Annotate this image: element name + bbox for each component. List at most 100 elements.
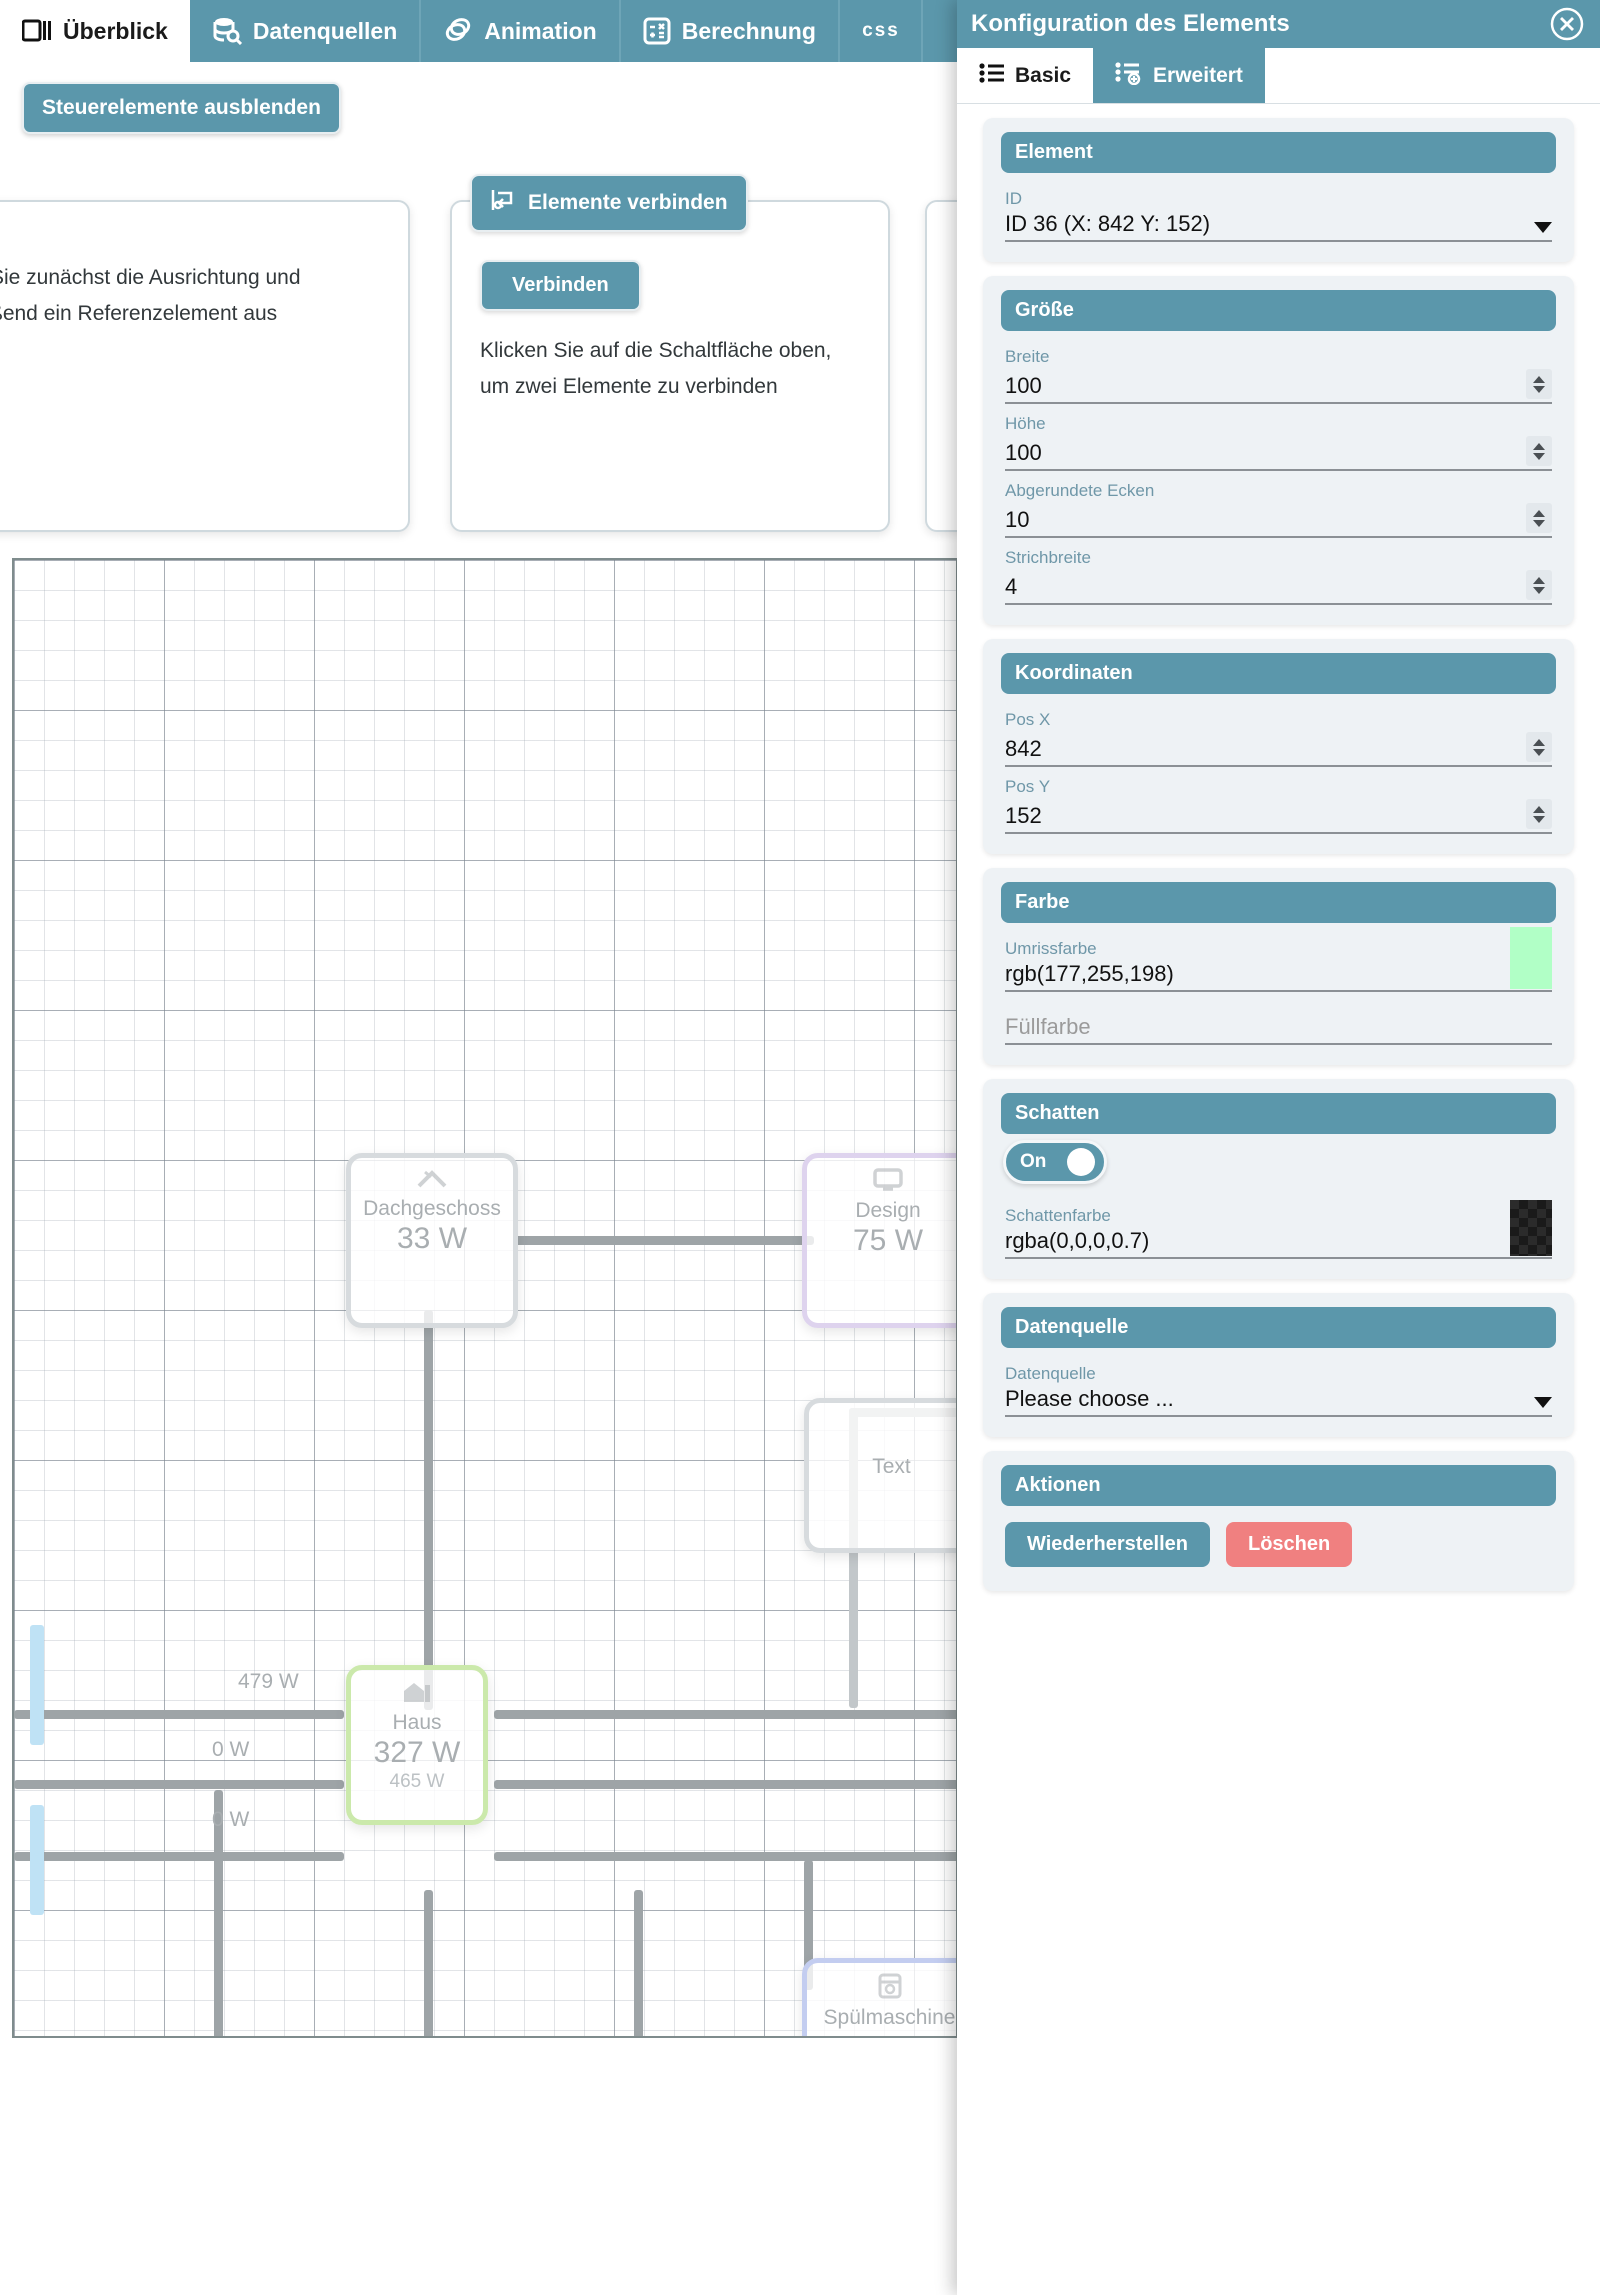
field-label: Höhe <box>1005 414 1046 433</box>
panel-body: Element ID ID 36 (X: 842 Y: 152) Größe B… <box>957 104 1600 2295</box>
field-datenquelle: Datenquelle Please choose ... <box>1001 1354 1556 1417</box>
field-label: Abgerundete Ecken <box>1005 481 1155 500</box>
section-color: Farbe Umrissfarbe rgb(177,255,198) Füllf… <box>983 868 1574 1065</box>
section-datasource: Datenquelle Datenquelle Please choose ..… <box>983 1293 1574 1437</box>
pipe <box>514 1236 814 1245</box>
diagram-canvas[interactable]: 479 W 0 W 0 W Dachgeschoss 33 W Design 7… <box>12 558 958 2038</box>
close-circle-icon[interactable] <box>1550 7 1584 41</box>
section-element: Element ID ID 36 (X: 842 Y: 152) <box>983 118 1574 262</box>
field-label: Schattenfarbe <box>1005 1206 1111 1225</box>
node-value: 33 W <box>396 1221 468 1255</box>
field-value: 4 <box>1005 574 1018 599</box>
input-row[interactable]: Füllfarbe <box>1005 1014 1552 1045</box>
field-value: rgba(0,0,0,0.7) <box>1005 1228 1150 1253</box>
monitor-icon <box>871 1168 905 1197</box>
quantity-stepper[interactable] <box>1526 369 1552 399</box>
delete-button[interactable]: Löschen <box>1226 1522 1353 1567</box>
quantity-stepper[interactable] <box>1526 570 1552 600</box>
section-heading: Koordinaten <box>1001 653 1556 694</box>
field-value: ID 36 (X: 842 Y: 152) <box>1005 211 1211 236</box>
roof-icon <box>415 1168 449 1195</box>
hide-controls-button[interactable]: Steuerelemente ausblenden <box>22 82 341 134</box>
tab-label: Animation <box>484 17 597 44</box>
input-row[interactable]: rgba(0,0,0,0.7) <box>1005 1228 1552 1259</box>
edge-label: 479 W <box>238 1670 299 1693</box>
pipe <box>494 1852 956 1861</box>
node-haus[interactable]: Haus 327 W 465 W <box>346 1665 488 1825</box>
card-body: Verbinden Klicken Sie auf die Schaltfläc… <box>452 202 888 425</box>
node-label: Haus <box>392 1711 442 1734</box>
section-heading: Größe <box>1001 290 1556 331</box>
card-text: Klicken Sie auf die Schaltfläche oben, u… <box>480 339 832 399</box>
tab-erweitert[interactable]: Erweitert <box>1093 48 1265 103</box>
shadow-toggle[interactable]: On <box>1003 1140 1107 1184</box>
field-breite: Breite 100 <box>1001 337 1556 404</box>
verbinden-button[interactable]: Verbinden <box>480 260 641 311</box>
pipe <box>494 1710 956 1719</box>
pipe-accent <box>30 1625 44 1745</box>
datasource-select[interactable]: Please choose ... <box>1005 1386 1552 1417</box>
field-value: Please choose ... <box>1005 1386 1174 1411</box>
field-label: Pos Y <box>1005 777 1051 796</box>
node-text[interactable]: Text <box>804 1398 956 1553</box>
tab-berechnung[interactable]: Berechnung <box>621 0 840 62</box>
field-label: Breite <box>1005 347 1050 366</box>
tab-label: Datenquellen <box>252 17 398 44</box>
id-select[interactable]: ID 36 (X: 842 Y: 152) <box>1005 211 1552 242</box>
chevron-down-icon <box>1534 222 1552 233</box>
input-row[interactable]: 100 <box>1005 369 1552 404</box>
input-row[interactable]: 100 <box>1005 436 1552 471</box>
list-icon <box>979 62 1005 90</box>
field-label: ID <box>1005 189 1022 208</box>
input-row[interactable]: 842 <box>1005 732 1552 767</box>
tab-basic[interactable]: Basic <box>957 48 1094 103</box>
quantity-stepper[interactable] <box>1526 732 1552 762</box>
node-subvalue: 465 W <box>389 1770 445 1792</box>
field-value: 842 <box>1005 736 1042 761</box>
node-design[interactable]: Design 75 W <box>802 1153 956 1328</box>
toggle-label: On <box>1020 1151 1047 1172</box>
section-size: Größe Breite 100 Höhe 100 Abgerundete Ec… <box>983 276 1574 625</box>
section-coordinates: Koordinaten Pos X 842 Pos Y 152 <box>983 639 1574 854</box>
field-label: Datenquelle <box>1005 1364 1096 1383</box>
node-value: 327 W <box>373 1735 461 1769</box>
field-strichbreite: Strichbreite 4 <box>1001 538 1556 605</box>
quantity-stepper[interactable] <box>1526 503 1552 533</box>
tab-label: Berechnung <box>681 17 816 44</box>
layers-icon <box>443 17 473 45</box>
toggle-knob <box>1067 1148 1095 1176</box>
section-heading: Datenquelle <box>1001 1307 1556 1348</box>
field-pos-y: Pos Y 152 <box>1001 767 1556 834</box>
outline-color-swatch[interactable] <box>1510 927 1552 989</box>
node-spulmaschine[interactable]: Spülmaschine 0 W <box>802 1958 956 2036</box>
panel-header: Konfiguration des Elements <box>957 0 1600 48</box>
input-row[interactable]: 152 <box>1005 799 1552 834</box>
shadow-color-swatch[interactable] <box>1510 1200 1552 1256</box>
section-heading: Aktionen <box>1001 1465 1556 1506</box>
quantity-stepper[interactable] <box>1526 436 1552 466</box>
edge-label: 0 W <box>212 1808 250 1831</box>
field-label: Umrissfarbe <box>1005 939 1097 958</box>
restore-button[interactable]: Wiederherstellen <box>1005 1522 1210 1567</box>
node-label: Text <box>872 1455 911 1478</box>
input-row[interactable]: rgb(177,255,198) <box>1005 961 1552 992</box>
section-heading: Element <box>1001 132 1556 173</box>
section-shadow: Schatten On Schattenfarbe rgba(0,0,0,0.7… <box>983 1079 1574 1279</box>
panel-title: Konfiguration des Elements <box>971 10 1290 37</box>
field-value: 100 <box>1005 373 1042 398</box>
quantity-stepper[interactable] <box>1526 799 1552 829</box>
input-row[interactable]: 4 <box>1005 570 1552 605</box>
input-row[interactable]: 10 <box>1005 503 1552 538</box>
pipe-accent <box>30 1805 44 1915</box>
field-abgerundete-ecken: Abgerundete Ecken 10 <box>1001 471 1556 538</box>
pipe <box>424 1310 433 1710</box>
field-value: 152 <box>1005 803 1042 828</box>
node-dachgeschoss[interactable]: Dachgeschoss 33 W <box>346 1153 518 1328</box>
tab-datenquellen[interactable]: Datenquellen <box>190 0 422 62</box>
tab-uberblick[interactable]: Überblick <box>0 0 190 62</box>
tab-css[interactable]: css <box>840 0 924 62</box>
node-label: Dachgeschoss <box>363 1197 501 1220</box>
tab-animation[interactable]: Animation <box>421 0 621 62</box>
pipe <box>14 1852 344 1861</box>
field-placeholder: Füllfarbe <box>1005 1014 1091 1039</box>
